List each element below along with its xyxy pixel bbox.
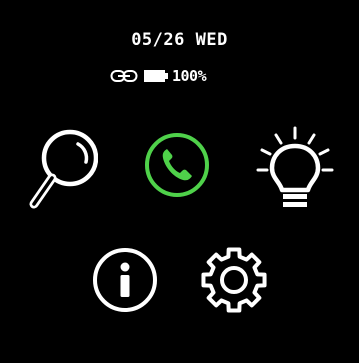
settings-app-button[interactable] bbox=[198, 244, 270, 316]
phone-icon bbox=[145, 133, 209, 197]
battery-percentage: 100% bbox=[172, 67, 207, 85]
lightbulb-icon bbox=[256, 126, 334, 207]
battery-full-icon bbox=[144, 70, 168, 82]
search-app-button[interactable] bbox=[28, 128, 98, 214]
link-icon bbox=[110, 70, 138, 82]
status-bar: 100% bbox=[110, 67, 260, 87]
light-app-button[interactable] bbox=[255, 124, 335, 214]
info-icon bbox=[93, 248, 157, 312]
date-label: 05/26 WED bbox=[131, 30, 228, 50]
gear-icon bbox=[201, 247, 267, 313]
watch-screen: 05/26 WED 100% bbox=[0, 0, 359, 363]
magnifier-icon bbox=[29, 129, 98, 209]
info-app-button[interactable] bbox=[91, 246, 159, 314]
phone-app-button[interactable] bbox=[143, 131, 211, 199]
